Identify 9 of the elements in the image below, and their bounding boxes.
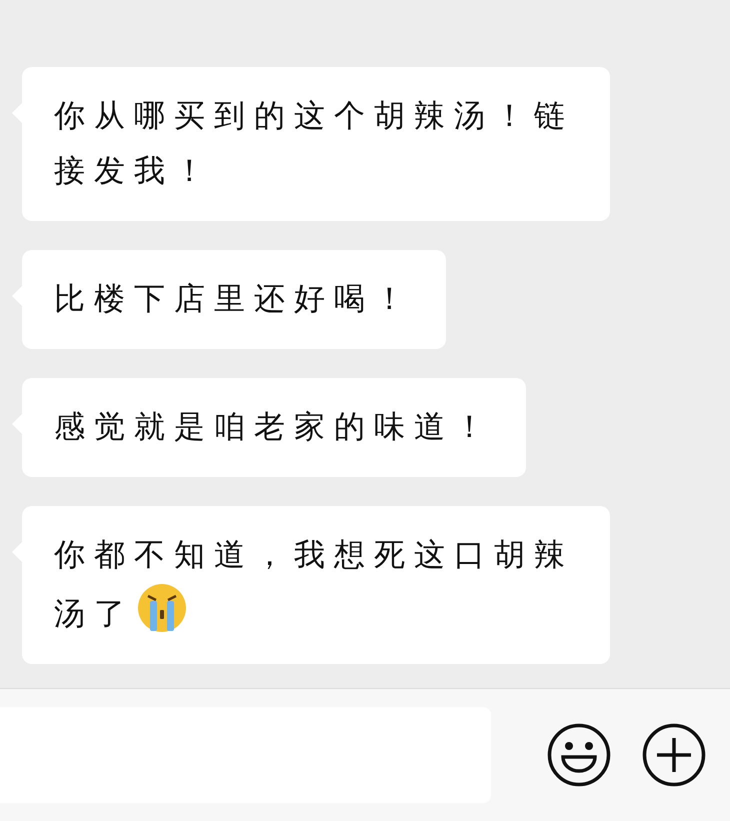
message-bubble: 比楼下店里还好喝！ [22,250,446,349]
message-bubble: 感觉就是咱老家的味道！ [22,378,526,477]
message-bubble: 你都不知道，我想死这口胡辣汤了 [22,506,610,664]
plus-icon [642,723,706,787]
crying-face-icon [136,582,188,634]
emoji-button[interactable] [547,723,611,787]
message-bubble: 你从哪买到的这个胡辣汤！链接发我！ [22,67,610,221]
smiley-icon [547,723,611,787]
add-button[interactable] [642,723,706,787]
